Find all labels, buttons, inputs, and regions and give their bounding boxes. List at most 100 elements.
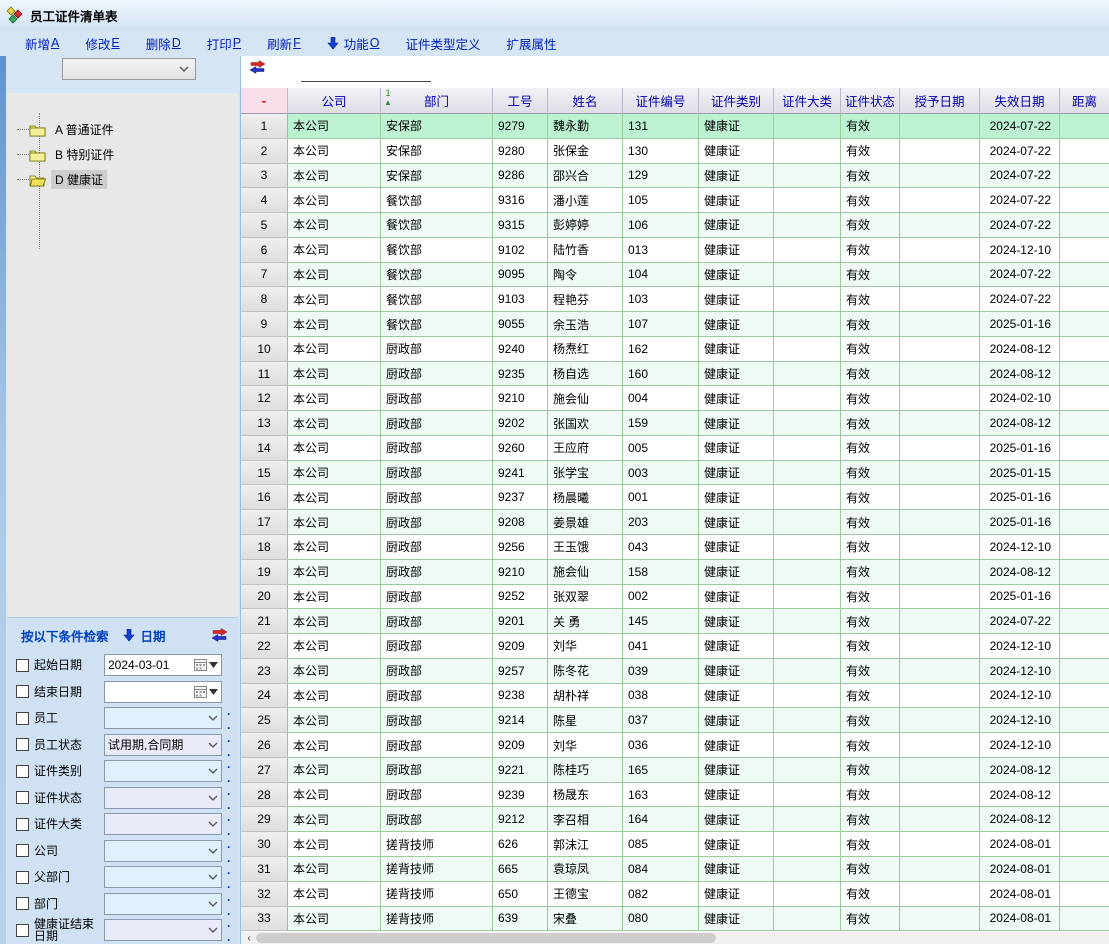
table-row[interactable]: 18本公司厨政部9256王玉饿043健康证有效2024-12-10 [241, 535, 1109, 560]
swap-arrows-icon[interactable] [249, 60, 266, 74]
toolbar-button-刷新[interactable]: 刷新F [267, 34, 301, 53]
table-row[interactable]: 20本公司厨政部9252张双翠002健康证有效2025-01-16 [241, 585, 1109, 610]
column-header-部门[interactable]: 部门1▲ [381, 88, 493, 114]
checkbox-结束日期[interactable] [16, 685, 29, 698]
column-header-失效日期[interactable]: 失效日期 [980, 88, 1060, 114]
combobox-公司[interactable] [104, 840, 222, 862]
combobox-员工[interactable] [104, 707, 222, 729]
more-options-dots[interactable]: . . [227, 916, 238, 944]
more-options-dots[interactable]: . . [227, 837, 238, 865]
swap-arrows-icon[interactable] [211, 628, 228, 642]
table-row[interactable]: 8本公司餐饮部9103程艳芬103健康证有效2024-07-22 [241, 287, 1109, 312]
table-row[interactable]: 11本公司厨政部9235杨自选160健康证有效2024-08-12 [241, 362, 1109, 387]
table-row[interactable]: 2本公司安保部9280张保金130健康证有效2024-07-22 [241, 139, 1109, 164]
checkbox-部门[interactable] [16, 897, 29, 910]
calendar-picker[interactable] [194, 686, 218, 698]
column-header-证件编号[interactable]: 证件编号 [623, 88, 699, 114]
toolbar-button-扩展属性[interactable]: 扩展属性 [507, 34, 557, 53]
combobox-证件大类[interactable] [104, 813, 222, 835]
table-row[interactable]: 30本公司搓背技师626郭沫江085健康证有效2024-08-01 [241, 832, 1109, 857]
more-options-dots[interactable]: . . [227, 863, 238, 891]
combobox-部门[interactable] [104, 893, 222, 915]
date-field-结束日期[interactable] [104, 681, 222, 703]
more-options-dots[interactable]: . . [227, 731, 238, 759]
date-field-起始日期[interactable]: 2024-03-01 [104, 654, 222, 676]
table-row[interactable]: 22本公司厨政部9209刘华041健康证有效2024-12-10 [241, 634, 1109, 659]
table-row[interactable]: 21本公司厨政部9201关 勇145健康证有效2024-07-22 [241, 609, 1109, 634]
filter-sort-label[interactable]: 日期 [141, 626, 166, 645]
table-row[interactable]: 27本公司厨政部9221陈桂巧165健康证有效2024-08-12 [241, 758, 1109, 783]
checkbox-公司[interactable] [16, 844, 29, 857]
tree-item-A 普通证件[interactable]: A 普通证件 [29, 117, 238, 142]
table-row[interactable]: 32本公司搓背技师650王德宝082健康证有效2024-08-01 [241, 882, 1109, 907]
table-row[interactable]: 7本公司餐饮部9095陶令104健康证有效2024-07-22 [241, 263, 1109, 288]
more-options-dots[interactable]: . . [227, 810, 238, 838]
table-row[interactable]: 3本公司安保部9286邵兴合129健康证有效2024-07-22 [241, 164, 1109, 189]
table-row[interactable]: 23本公司厨政部9257陈冬花039健康证有效2024-12-10 [241, 659, 1109, 684]
scrollbar-thumb[interactable] [256, 933, 716, 943]
toolbar-button-修改[interactable]: 修改E [85, 34, 119, 53]
combobox-健康证结束日期[interactable] [104, 919, 222, 941]
table-row[interactable]: 1本公司安保部9279魏永勤131健康证有效2024-07-22 [241, 114, 1109, 139]
table-row[interactable]: 13本公司厨政部9202张国欢159健康证有效2024-08-12 [241, 411, 1109, 436]
checkbox-起始日期[interactable] [16, 659, 29, 672]
sidebar-top-combobox[interactable] [62, 58, 196, 80]
table-row[interactable]: 26本公司厨政部9209刘华036健康证有效2024-12-10 [241, 733, 1109, 758]
checkbox-健康证结束日期[interactable] [16, 924, 29, 937]
combobox-证件类别[interactable] [104, 760, 222, 782]
horizontal-scrollbar[interactable]: ‹ [241, 932, 1109, 944]
table-row[interactable]: 4本公司餐饮部9316潘小莲105健康证有效2024-07-22 [241, 188, 1109, 213]
combobox-员工状态[interactable]: 试用期,合同期 [104, 734, 222, 756]
checkbox-证件大类[interactable] [16, 818, 29, 831]
more-options-dots[interactable]: . . [227, 890, 238, 918]
column-header-工号[interactable]: 工号 [493, 88, 548, 114]
toolbar-button-证件类型定义[interactable]: 证件类型定义 [406, 34, 481, 53]
table-row[interactable]: 33本公司搓背技师639宋叠080健康证有效2024-08-01 [241, 907, 1109, 932]
column-header-num[interactable]: - [241, 88, 288, 114]
table-row[interactable]: 19本公司厨政部9210施会仙158健康证有效2024-08-12 [241, 560, 1109, 585]
table-row[interactable]: 24本公司厨政部9238胡朴祥038健康证有效2024-12-10 [241, 684, 1109, 709]
table-row[interactable]: 29本公司厨政部9212李召相164健康证有效2024-08-12 [241, 807, 1109, 832]
table-cell: 本公司 [288, 832, 381, 857]
scroll-left-arrow-icon[interactable]: ‹ [243, 932, 255, 944]
checkbox-证件类别[interactable] [16, 765, 29, 778]
toolbar-button-功能[interactable]: 功能O [327, 34, 380, 53]
table-row[interactable]: 16本公司厨政部9237杨晨曦001健康证有效2025-01-16 [241, 485, 1109, 510]
column-header-证件状态[interactable]: 证件状态 [841, 88, 900, 114]
calendar-picker[interactable] [194, 659, 218, 671]
table-row[interactable]: 14本公司厨政部9260王应府005健康证有效2025-01-16 [241, 436, 1109, 461]
table-row[interactable]: 15本公司厨政部9241张学宝003健康证有效2025-01-15 [241, 461, 1109, 486]
column-header-证件类别[interactable]: 证件类别 [699, 88, 774, 114]
more-options-dots[interactable]: . . [227, 757, 238, 785]
table-cell [1060, 461, 1109, 486]
tree-item-D 健康证[interactable]: D 健康证 [29, 167, 238, 192]
column-header-公司[interactable]: 公司 [288, 88, 381, 114]
table-row[interactable]: 25本公司厨政部9214陈星037健康证有效2024-12-10 [241, 708, 1109, 733]
more-options-dots[interactable]: . . [227, 704, 238, 732]
down-arrow-icon[interactable] [123, 629, 135, 642]
table-row[interactable]: 5本公司餐饮部9315彭婷婷106健康证有效2024-07-22 [241, 213, 1109, 238]
column-header-距离[interactable]: 距离 [1060, 88, 1109, 114]
table-row[interactable]: 6本公司餐饮部9102陆竹香013健康证有效2024-12-10 [241, 238, 1109, 263]
column-header-姓名[interactable]: 姓名 [548, 88, 623, 114]
combobox-父部门[interactable] [104, 866, 222, 888]
checkbox-父部门[interactable] [16, 871, 29, 884]
table-row[interactable]: 12本公司厨政部9210施会仙004健康证有效2024-02-10 [241, 386, 1109, 411]
combobox-证件状态[interactable] [104, 787, 222, 809]
more-options-dots[interactable]: . . [227, 784, 238, 812]
toolbar-button-新增[interactable]: 新增A [25, 34, 59, 53]
checkbox-员工[interactable] [16, 712, 29, 725]
checkbox-证件状态[interactable] [16, 791, 29, 804]
checkbox-员工状态[interactable] [16, 738, 29, 751]
column-header-授予日期[interactable]: 授予日期 [900, 88, 980, 114]
table-row[interactable]: 31本公司搓背技师665袁琼凤084健康证有效2024-08-01 [241, 857, 1109, 882]
toolbar-button-打印[interactable]: 打印P [207, 34, 241, 53]
table-row[interactable]: 28本公司厨政部9239杨晟东163健康证有效2024-08-12 [241, 783, 1109, 808]
tree-item-B 特别证件[interactable]: B 特别证件 [29, 142, 238, 167]
table-row[interactable]: 10本公司厨政部9240杨焘红162健康证有效2024-08-12 [241, 337, 1109, 362]
table-row[interactable]: 17本公司厨政部9208姜景雄203健康证有效2025-01-16 [241, 510, 1109, 535]
toolbar-button-删除[interactable]: 删除D [146, 34, 181, 53]
column-header-证件大类[interactable]: 证件大类 [774, 88, 841, 114]
quick-find-input[interactable] [301, 64, 431, 82]
table-row[interactable]: 9本公司餐饮部9055余玉浩107健康证有效2025-01-16 [241, 312, 1109, 337]
